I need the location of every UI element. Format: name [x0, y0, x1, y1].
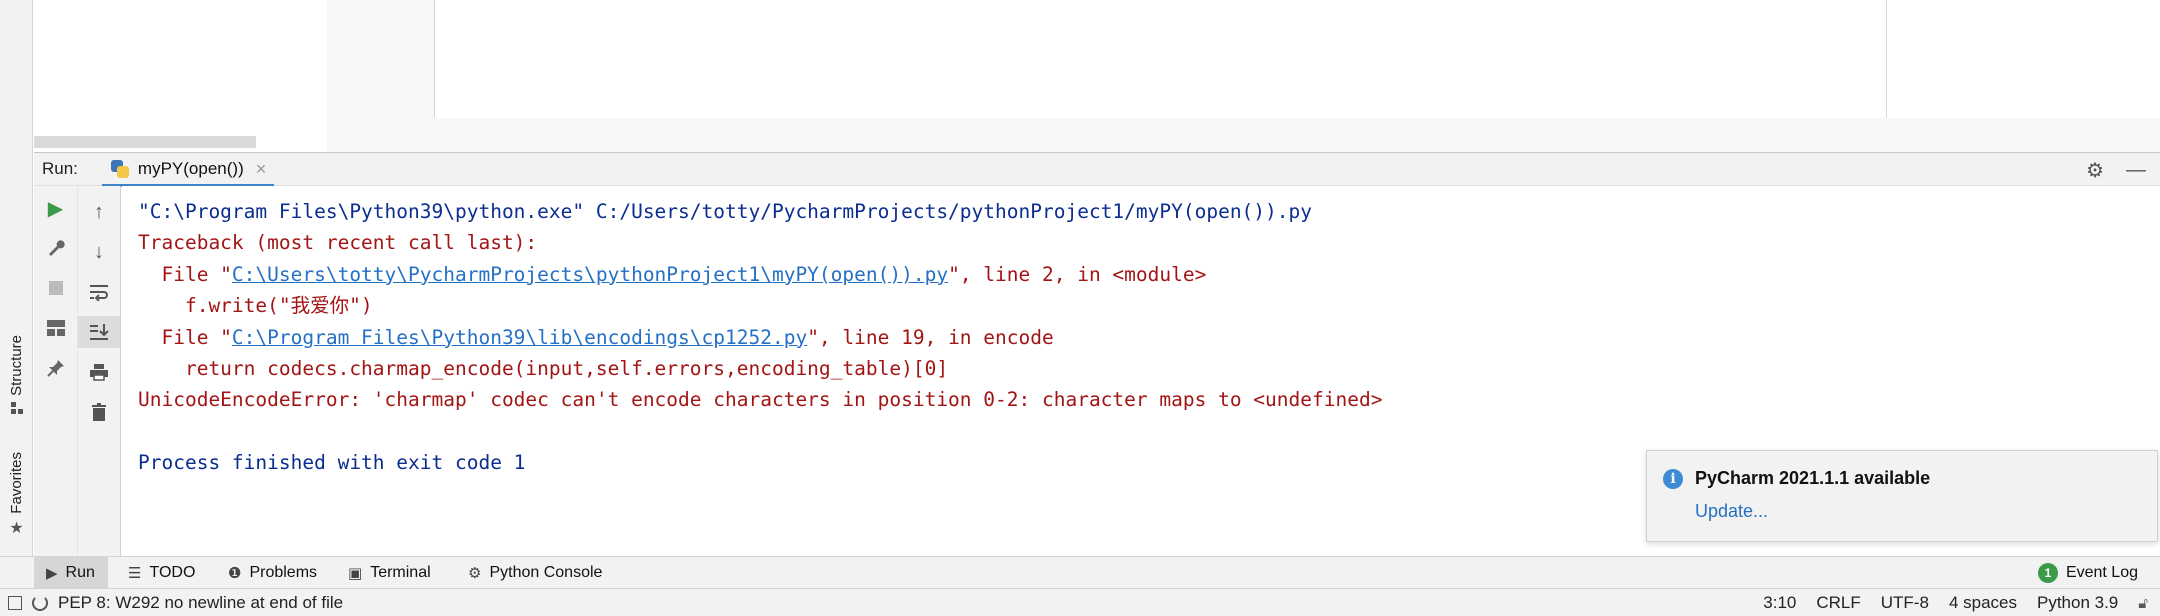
rerun-button[interactable]: ▶ [34, 192, 77, 224]
console-line: File "C:\Users\totty\PycharmProjects\pyt… [138, 259, 2160, 290]
run-header-actions: ⚙ — [2086, 153, 2146, 187]
wrench-glyph [48, 240, 65, 256]
editor-bottom-band [327, 118, 2160, 152]
file-encoding[interactable]: UTF-8 [1881, 593, 1929, 613]
status-bar-left: PEP 8: W292 no newline at end of file [8, 589, 343, 616]
editor-gutter [327, 0, 435, 118]
python-console-tool-label: Python Console [489, 564, 603, 581]
editor-right-margin [1886, 0, 2160, 118]
status-bar-right: 3:10 CRLF UTF-8 4 spaces Python 3.9 🔓︎ [1763, 589, 2148, 616]
list-icon: ☰ [128, 565, 142, 582]
status-message: PEP 8: W292 no newline at end of file [58, 593, 344, 612]
scroll-to-end-glyph [90, 324, 109, 340]
python-console-icon: ⚙ [468, 565, 482, 582]
console-line: f.write("我爱你") [138, 290, 2160, 321]
indent-setting[interactable]: 4 spaces [1949, 593, 2017, 613]
terminal-tool-button[interactable]: ▣ Terminal [348, 557, 431, 589]
tool-window-bar: ▶ Run ☰ TODO ❶ Problems ▣ Terminal ⚙ Pyt… [0, 556, 2160, 589]
console-text: File " [138, 325, 232, 349]
stop-icon [48, 281, 63, 295]
console-text: ", line 2, in <module> [948, 262, 1207, 286]
soft-wrap-icon[interactable] [78, 276, 120, 308]
terminal-tool-label: Terminal [370, 564, 431, 581]
console-text: "C:\Program Files\Python39\python.exe" C… [138, 200, 1312, 223]
structure-tab[interactable]: Structure [0, 325, 33, 425]
console-line: UnicodeEncodeError: 'charmap' codec can'… [138, 384, 2160, 415]
python-interpreter[interactable]: Python 3.9 [2037, 593, 2118, 613]
printer-glyph [90, 364, 108, 381]
play-icon: ▶ [46, 565, 58, 582]
favorites-tab-label: Favorites [8, 452, 25, 514]
console-line: "C:\Program Files\Python39\python.exe" C… [138, 196, 2160, 227]
console-text: ", line 19, in encode [807, 325, 1054, 349]
minimize-icon[interactable]: — [2126, 159, 2146, 182]
project-pane [34, 0, 360, 152]
pin-icon [46, 360, 64, 377]
wrench-icon[interactable] [34, 232, 77, 264]
console-line: Traceback (most recent call last): [138, 227, 2160, 258]
update-link[interactable]: Update... [1695, 501, 1768, 522]
todo-tool-button[interactable]: ☰ TODO [128, 557, 195, 589]
caret-position[interactable]: 3:10 [1763, 593, 1796, 613]
horizontal-scrollbar[interactable] [34, 136, 256, 148]
pin-button[interactable] [34, 352, 77, 384]
editor-text-area[interactable] [436, 0, 1886, 118]
stop-button[interactable] [34, 272, 77, 304]
structure-tab-label: Structure [8, 334, 25, 396]
structure-icon [10, 402, 23, 415]
console-text: UnicodeEncodeError: 'charmap' codec can'… [138, 388, 1383, 412]
run-tool-label: Run [65, 564, 95, 581]
line-separator[interactable]: CRLF [1816, 593, 1860, 613]
problems-tool-button[interactable]: ❶ Problems [228, 557, 317, 589]
status-bar: PEP 8: W292 no newline at end of file 3:… [0, 588, 2160, 616]
event-log-label: Event Log [2065, 564, 2138, 581]
tool-windows-toggle-icon[interactable] [8, 596, 22, 610]
run-tool-button[interactable]: ▶ Run [34, 557, 108, 589]
event-log-badge: 1 [2037, 563, 2058, 583]
print-icon[interactable] [78, 356, 120, 388]
star-icon: ★ [9, 519, 24, 537]
console-text: f.write("我爱你") [138, 294, 373, 318]
trash-icon[interactable] [78, 396, 120, 428]
scroll-to-end-icon[interactable] [78, 316, 120, 348]
problems-icon: ❶ [228, 565, 242, 582]
trash-glyph [92, 403, 106, 421]
terminal-icon: ▣ [348, 565, 363, 582]
todo-tool-label: TODO [149, 564, 196, 581]
arrow-up-icon[interactable]: ↑ [78, 196, 120, 228]
console-text: File " [138, 262, 232, 286]
console-file-link[interactable]: C:\Program Files\Python39\lib\encodings\… [232, 326, 807, 349]
background-tasks-icon[interactable] [32, 595, 48, 611]
update-notification: i PyCharm 2021.1.1 available Update... [1646, 450, 2158, 542]
console-text: Traceback (most recent call last): [138, 231, 538, 255]
lock-icon[interactable]: 🔓︎ [2138, 595, 2148, 612]
close-icon[interactable]: × [256, 159, 267, 180]
run-label: Run: [42, 159, 78, 178]
info-icon: i [1663, 469, 1683, 489]
python-file-icon [110, 159, 130, 179]
gear-icon[interactable]: ⚙ [2086, 158, 2104, 183]
run-config-tab[interactable]: myPY(open()) × [101, 152, 275, 187]
soft-wrap-glyph [90, 285, 108, 301]
console-text: Process finished with exit code 1 [138, 451, 526, 475]
left-tool-strip: Structure Favorites ★ [0, 0, 33, 588]
run-toolbar-primary: ▶ [34, 186, 78, 556]
arrow-down-icon[interactable]: ↓ [78, 236, 120, 268]
run-toolbar-secondary: ↑ ↓ [78, 186, 121, 556]
notification-title: PyCharm 2021.1.1 available [1695, 468, 1931, 488]
favorites-tab[interactable]: Favorites ★ [0, 445, 33, 545]
console-line: return codecs.charmap_encode(input,self.… [138, 353, 2160, 384]
layout-button[interactable] [34, 312, 77, 344]
problems-tool-label: Problems [249, 564, 318, 581]
console-file-link[interactable]: C:\Users\totty\PycharmProjects\pythonPro… [232, 263, 948, 286]
layout-icon [46, 320, 65, 336]
console-line: File "C:\Program Files\Python39\lib\enco… [138, 322, 2160, 353]
run-window-header: Run: myPY(open()) × ⚙ — [34, 152, 2160, 187]
python-console-tool-button[interactable]: ⚙ Python Console [468, 557, 602, 589]
console-text: return codecs.charmap_encode(input,self.… [138, 356, 949, 380]
event-log-tool-button[interactable]: 1 Event Log [2037, 557, 2138, 589]
run-tab-label: myPY(open()) [137, 159, 244, 178]
